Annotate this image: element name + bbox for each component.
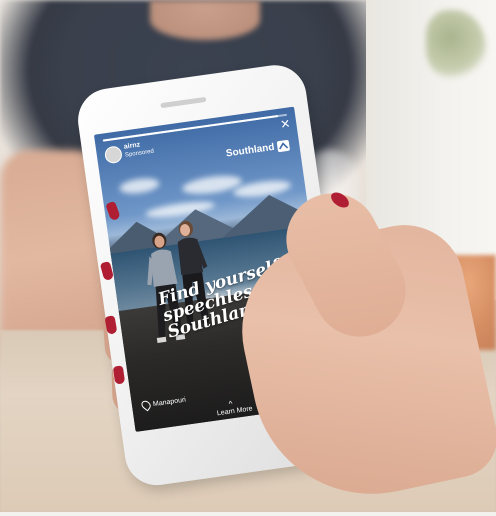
brand-name: Southland <box>225 141 276 160</box>
account-name[interactable]: airnz <box>123 141 140 150</box>
phone-speaker <box>160 96 207 109</box>
close-icon[interactable]: ✕ <box>279 116 291 131</box>
brand-logo: Southland <box>225 139 291 160</box>
account-avatar[interactable] <box>103 145 124 165</box>
story-progress-bar <box>102 113 288 142</box>
cloud <box>118 176 161 196</box>
story-progress-fill <box>102 115 278 142</box>
southland-mark-icon <box>276 139 291 153</box>
sponsored-label: Sponsored <box>124 148 155 159</box>
